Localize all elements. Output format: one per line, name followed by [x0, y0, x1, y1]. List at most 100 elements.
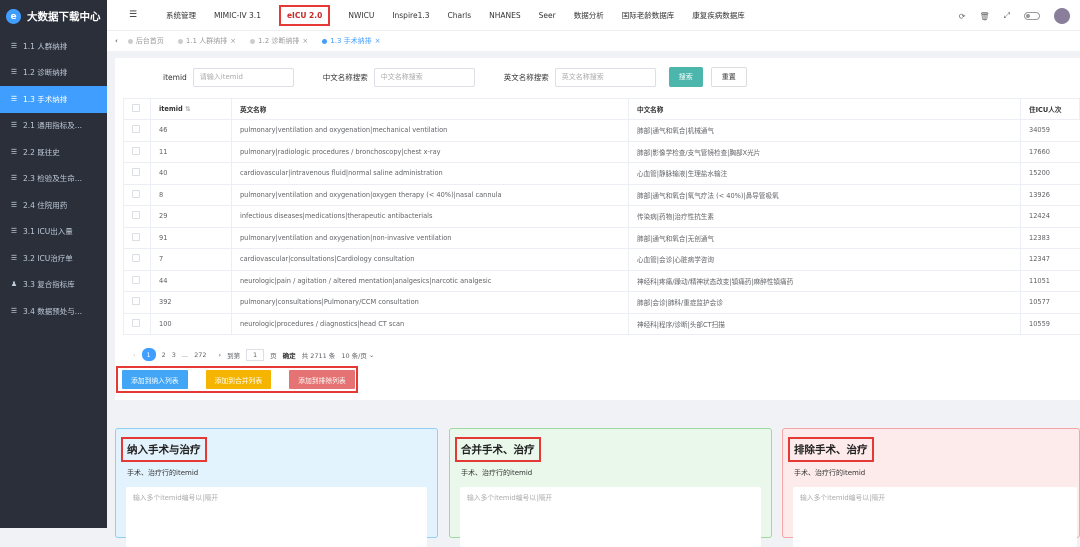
- add-merge-button[interactable]: 添加到合并列表: [205, 370, 272, 389]
- row-checkbox[interactable]: [132, 318, 140, 327]
- exclude-itemid-input[interactable]: 输入多个itemid编号以|隔开: [793, 487, 1077, 547]
- chevron-down-icon[interactable]: ⌄: [369, 351, 374, 359]
- tab-item[interactable]: 1.3 手术纳排 ×: [322, 36, 381, 46]
- table-row[interactable]: 91 pulmonary|ventilation and oxygenation|…: [123, 227, 1080, 249]
- top-nav-item[interactable]: eICU 2.0: [278, 4, 331, 26]
- list-icon: ☰: [10, 227, 18, 236]
- top-nav-item[interactable]: 数据分析: [574, 10, 604, 21]
- table-row[interactable]: 392 pulmonary|consultations|Pulmonary/CCM…: [123, 291, 1080, 314]
- tab-item[interactable]: 1.1 人群纳排 ×: [177, 36, 236, 46]
- page-ellipsis[interactable]: ...: [182, 351, 188, 359]
- table-row[interactable]: 44 neurologic|pain / agitation / altered …: [123, 270, 1080, 292]
- top-nav-item[interactable]: Charls: [448, 11, 472, 20]
- hamburger-icon[interactable]: ☰: [129, 10, 143, 20]
- row-checkbox[interactable]: [132, 146, 140, 155]
- next-page-icon[interactable]: ›: [219, 351, 222, 359]
- table-row[interactable]: 100 neurologic|procedures / diagnostics|h…: [123, 313, 1080, 335]
- row-checkbox[interactable]: [132, 232, 140, 241]
- avatar[interactable]: [1054, 8, 1070, 24]
- theme-toggle[interactable]: [1024, 12, 1040, 20]
- itemid-input[interactable]: 请输入itemid: [192, 67, 294, 87]
- close-icon[interactable]: ×: [302, 37, 308, 45]
- include-subtitle: 手术、治疗行的itemid: [127, 469, 199, 477]
- add-include-button[interactable]: 添加到纳入列表: [122, 370, 188, 389]
- table-row[interactable]: 46 pulmonary|ventilation and oxygenation|…: [123, 119, 1080, 142]
- row-checkbox[interactable]: [132, 125, 140, 134]
- list-icon: ☰: [10, 306, 18, 315]
- tab-dot-icon: [250, 38, 256, 44]
- table-row[interactable]: 7 cardiovascular|consultations|Cardiology…: [123, 248, 1080, 271]
- table-row[interactable]: 29 infectious diseases|medications|therap…: [123, 205, 1080, 228]
- goto-page-input[interactable]: 1: [246, 348, 265, 361]
- confirm-button[interactable]: 确定: [283, 350, 296, 360]
- chevron-left-icon[interactable]: ‹: [115, 37, 118, 45]
- table-cell: 100: [150, 313, 232, 335]
- prev-page-icon[interactable]: ‹: [133, 351, 136, 359]
- tab-item[interactable]: 1.2 诊断纳排 ×: [250, 36, 308, 46]
- table-row[interactable]: 8 pulmonary|ventilation and oxygenation|o…: [123, 184, 1080, 206]
- top-nav-item[interactable]: 国际老龄数据库: [622, 10, 675, 21]
- delete-icon[interactable]: 🗑: [979, 12, 989, 21]
- top-nav-item[interactable]: NHANES: [489, 11, 521, 20]
- row-checkbox[interactable]: [132, 211, 140, 220]
- list-icon: ☰: [10, 121, 18, 130]
- sidebar-item[interactable]: ☰ 2.2 既往史: [0, 139, 107, 166]
- top-nav-item[interactable]: 系统管理: [166, 10, 196, 21]
- page-2[interactable]: 2: [162, 351, 166, 359]
- row-checkbox[interactable]: [132, 254, 140, 263]
- sidebar-item-label: 2.2 既往史: [23, 147, 60, 157]
- tab-item[interactable]: 后台首页: [127, 36, 164, 46]
- table-cell: 肺部|影像学检查/支气管镜检查|胸部X光片: [628, 141, 1021, 163]
- main-panel: itemid 请输入itemid 中文名称搜索 中文名称搜索 英文名称搜索 英文…: [115, 58, 1080, 400]
- top-nav-item[interactable]: MIMIC-IV 3.1: [214, 11, 261, 20]
- col-itemid[interactable]: itemid: [159, 105, 183, 113]
- page-1[interactable]: 1: [141, 348, 156, 361]
- sidebar-item[interactable]: ☰ 3.4 数据预处与...: [0, 298, 107, 325]
- table-cell: 肺部|通气和氧合|机械通气: [628, 119, 1021, 142]
- close-icon[interactable]: ×: [230, 37, 236, 45]
- table-cell: 29: [150, 205, 232, 228]
- merge-itemid-input[interactable]: 输入多个itemid编号以|隔开: [460, 487, 761, 547]
- en-search-label: 英文名称搜索: [503, 72, 549, 82]
- close-icon[interactable]: ×: [375, 37, 381, 45]
- top-nav-item[interactable]: Seer: [539, 11, 556, 20]
- sidebar-item[interactable]: ♟ 3.3 复合指标库: [0, 272, 107, 299]
- table-cell: 46: [150, 119, 232, 142]
- sidebar-item[interactable]: ☰ 2.3 检验及生命...: [0, 166, 107, 193]
- add-exclude-button[interactable]: 添加到排除列表: [289, 370, 355, 389]
- table-row[interactable]: 40 cardiovascular|intravenous fluid|norma…: [123, 162, 1080, 185]
- sidebar-item[interactable]: ☰ 2.4 住院用药: [0, 192, 107, 219]
- page-size-select[interactable]: 10 条/页: [341, 350, 367, 360]
- row-checkbox[interactable]: [132, 275, 140, 284]
- app-logo[interactable]: e 大数据下载中心: [0, 0, 107, 33]
- cn-search-input[interactable]: 中文名称搜索: [373, 67, 475, 87]
- include-itemid-input[interactable]: 输入多个itemid编号以|隔开: [126, 487, 427, 547]
- table-cell: pulmonary|ventilation and oxygenation|me…: [231, 119, 629, 142]
- sidebar-item[interactable]: ☰ 3.2 ICU治疗单: [0, 245, 107, 272]
- top-nav-item[interactable]: 康复疾病数据库: [692, 10, 745, 21]
- fullscreen-icon[interactable]: ⤢: [1004, 11, 1010, 21]
- sort-icon[interactable]: ⇅: [185, 105, 191, 113]
- include-card: 纳入手术与治疗 手术、治疗行的itemid 输入多个itemid编号以|隔开: [115, 428, 438, 547]
- page-last[interactable]: 272: [194, 351, 206, 359]
- en-search-input[interactable]: 英文名称搜索: [554, 67, 656, 87]
- search-button[interactable]: 搜索: [668, 67, 703, 87]
- refresh-icon[interactable]: ⟳: [959, 12, 966, 21]
- top-nav-item[interactable]: NWICU: [348, 11, 374, 20]
- table-row[interactable]: 11 pulmonary|radiologic procedures / bron…: [123, 141, 1080, 163]
- sidebar-item[interactable]: ☰ 1.2 诊断纳排: [0, 60, 107, 87]
- top-nav-item[interactable]: Inspire1.3: [392, 11, 429, 20]
- sidebar-item[interactable]: ☰ 2.1 通用指标及...: [0, 113, 107, 140]
- reset-button[interactable]: 重置: [710, 67, 747, 87]
- row-checkbox[interactable]: [132, 297, 140, 306]
- sidebar-item[interactable]: ☰ 1.1 人群纳排: [0, 33, 107, 60]
- page-3[interactable]: 3: [172, 351, 176, 359]
- row-checkbox[interactable]: [132, 168, 140, 177]
- select-all-checkbox[interactable]: [132, 104, 140, 112]
- table-cell: 神经科|程序/诊断|头部CT扫描: [628, 313, 1021, 335]
- sidebar-item[interactable]: ☰ 3.1 ICU出入量: [0, 219, 107, 246]
- table-cell: 11: [150, 141, 232, 163]
- sidebar-item-label: 3.3 复合指标库: [23, 280, 75, 290]
- row-checkbox[interactable]: [132, 189, 140, 198]
- sidebar-item[interactable]: ☰ 1.3 手术纳排: [0, 86, 107, 113]
